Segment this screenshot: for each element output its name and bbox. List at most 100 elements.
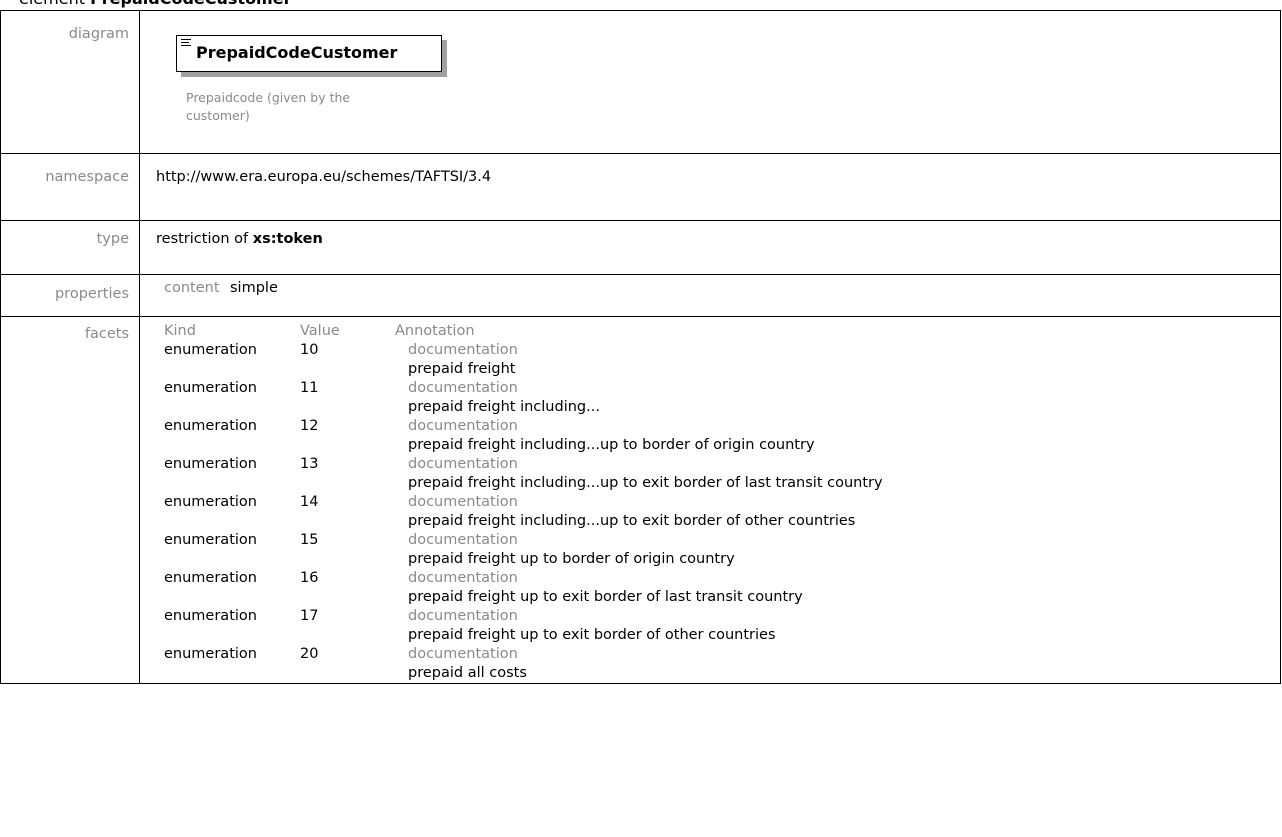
facet-doc-row: prepaid freight — [164, 360, 883, 379]
facet-doc-text: prepaid freight up to exit border of oth… — [408, 627, 776, 643]
type-cell: restriction of xs:token — [139, 220, 1281, 275]
schema-doc-page: element PrepaidCodeCustomer diagram Prep… — [0, 0, 1282, 837]
facet-value: 16 — [300, 570, 319, 586]
element-node-box[interactable]: PrepaidCodeCustomer — [176, 35, 442, 72]
facet-doc-spacer — [300, 512, 395, 531]
facet-doc-row: prepaid freight including...up to exit b… — [164, 474, 883, 493]
facet-doc-spacer — [300, 664, 395, 683]
facet-doc-label: documentation — [408, 342, 518, 358]
namespace-label: namespace — [0, 153, 140, 221]
facet-doc-spacer — [164, 360, 300, 379]
namespace-value: http://www.era.europa.eu/schemes/TAFTSI/… — [139, 153, 1281, 221]
facet-doc-row: prepaid freight including...up to border… — [164, 436, 883, 455]
facet-doc-text: prepaid freight including...up to exit b… — [408, 475, 883, 491]
facet-doc-spacer — [300, 474, 395, 493]
facet-value: 13 — [300, 456, 319, 472]
facet-row: enumeration 13 documentation — [164, 455, 883, 474]
facet-kind: enumeration — [164, 570, 257, 586]
facet-row: enumeration 12 documentation — [164, 417, 883, 436]
facet-row: enumeration 16 documentation — [164, 569, 883, 588]
facet-value: 12 — [300, 418, 319, 434]
facets-table: Kind Value Annotation enumeration 10 docum… — [164, 322, 883, 683]
facet-doc-spacer — [300, 360, 395, 379]
facet-doc-spacer — [300, 436, 395, 455]
facet-kind: enumeration — [164, 380, 257, 396]
facet-doc-text: prepaid freight up to exit border of las… — [408, 589, 803, 605]
facet-value: 11 — [300, 380, 319, 396]
heading-element-name: PrepaidCodeCustomer — [90, 0, 291, 8]
facet-value: 17 — [300, 608, 319, 624]
facet-row: enumeration 15 documentation — [164, 531, 883, 550]
facet-row: enumeration 10 documentation — [164, 341, 883, 360]
facet-doc-spacer — [164, 664, 300, 683]
diagram-cell: PrepaidCodeCustomer Prepaidcode (given b… — [139, 10, 1281, 154]
facet-doc-spacer — [164, 436, 300, 455]
facet-value: 20 — [300, 646, 319, 662]
property-key: content — [164, 280, 220, 296]
type-label: type — [0, 220, 140, 275]
facets-header-value: Value — [300, 323, 340, 339]
type-prefix: restriction of — [156, 231, 253, 247]
namespace-row: namespace http://www.era.europa.eu/schem… — [0, 153, 1281, 221]
properties-row: properties content simple — [0, 274, 1281, 317]
facet-row: enumeration 14 documentation — [164, 493, 883, 512]
type-row: type restriction of xs:token — [0, 220, 1281, 275]
facet-doc-label: documentation — [408, 418, 518, 434]
facets-header-row: Kind Value Annotation — [164, 322, 883, 341]
facet-doc-text: prepaid freight — [408, 361, 516, 377]
heading-prefix: element — [19, 0, 90, 8]
facet-kind: enumeration — [164, 494, 257, 510]
facet-kind: enumeration — [164, 418, 257, 434]
diagram-canvas: PrepaidCodeCustomer Prepaidcode (given b… — [156, 11, 1280, 153]
facet-value: 14 — [300, 494, 319, 510]
facet-doc-row: prepaid freight including... — [164, 398, 883, 417]
facets-row: facets Kind Value Annotation enumeration… — [0, 316, 1281, 684]
facet-doc-spacer — [300, 398, 395, 417]
facets-header-annotation: Annotation — [395, 323, 475, 339]
element-node-name: PrepaidCodeCustomer — [196, 43, 398, 62]
facet-row: enumeration 20 documentation — [164, 645, 883, 664]
facet-doc-spacer — [300, 550, 395, 569]
facet-doc-spacer — [300, 588, 395, 607]
facet-doc-spacer — [164, 550, 300, 569]
diagram-row: diagram PrepaidCodeCustomer Prepaidcode … — [0, 10, 1281, 154]
facet-doc-label: documentation — [408, 494, 518, 510]
facet-doc-row: prepaid freight up to border of origin c… — [164, 550, 883, 569]
facet-doc-label: documentation — [408, 380, 518, 396]
facet-doc-row: prepaid all costs — [164, 664, 883, 683]
facet-doc-label: documentation — [408, 532, 518, 548]
type-base-link[interactable]: xs:token — [253, 231, 323, 247]
facet-doc-spacer — [164, 626, 300, 645]
facets-label: facets — [0, 316, 140, 684]
facets-header-kind: Kind — [164, 323, 196, 339]
facet-doc-text: prepaid freight including...up to exit b… — [408, 513, 856, 529]
facet-doc-row: prepaid freight including...up to exit b… — [164, 512, 883, 531]
facet-doc-row: prepaid freight up to exit border of oth… — [164, 626, 883, 645]
facet-doc-label: documentation — [408, 646, 518, 662]
property-value: simple — [230, 280, 278, 296]
facet-doc-text: prepaid freight including...up to border… — [408, 437, 815, 453]
element-node-caption: Prepaidcode (given by the customer) — [186, 90, 351, 123]
facet-value: 10 — [300, 342, 319, 358]
facet-doc-spacer — [164, 588, 300, 607]
facet-row: enumeration 17 documentation — [164, 607, 883, 626]
facet-row: enumeration 11 documentation — [164, 379, 883, 398]
element-heading: element PrepaidCodeCustomer — [19, 0, 291, 8]
diagram-label: diagram — [0, 10, 140, 154]
properties-label: properties — [0, 274, 140, 317]
facet-doc-text: prepaid freight up to border of origin c… — [408, 551, 735, 567]
documentation-lines-icon — [181, 39, 191, 48]
facet-doc-spacer — [164, 512, 300, 531]
facets-cell: Kind Value Annotation enumeration 10 docum… — [139, 316, 1281, 684]
facet-kind: enumeration — [164, 456, 257, 472]
facet-value: 15 — [300, 532, 319, 548]
facet-doc-text: prepaid freight including... — [408, 399, 600, 415]
facet-doc-spacer — [164, 398, 300, 417]
facet-doc-spacer — [164, 474, 300, 493]
facet-kind: enumeration — [164, 342, 257, 358]
facet-kind: enumeration — [164, 608, 257, 624]
facet-doc-label: documentation — [408, 608, 518, 624]
properties-cell: content simple — [139, 274, 1281, 317]
facet-kind: enumeration — [164, 646, 257, 662]
facet-kind: enumeration — [164, 532, 257, 548]
